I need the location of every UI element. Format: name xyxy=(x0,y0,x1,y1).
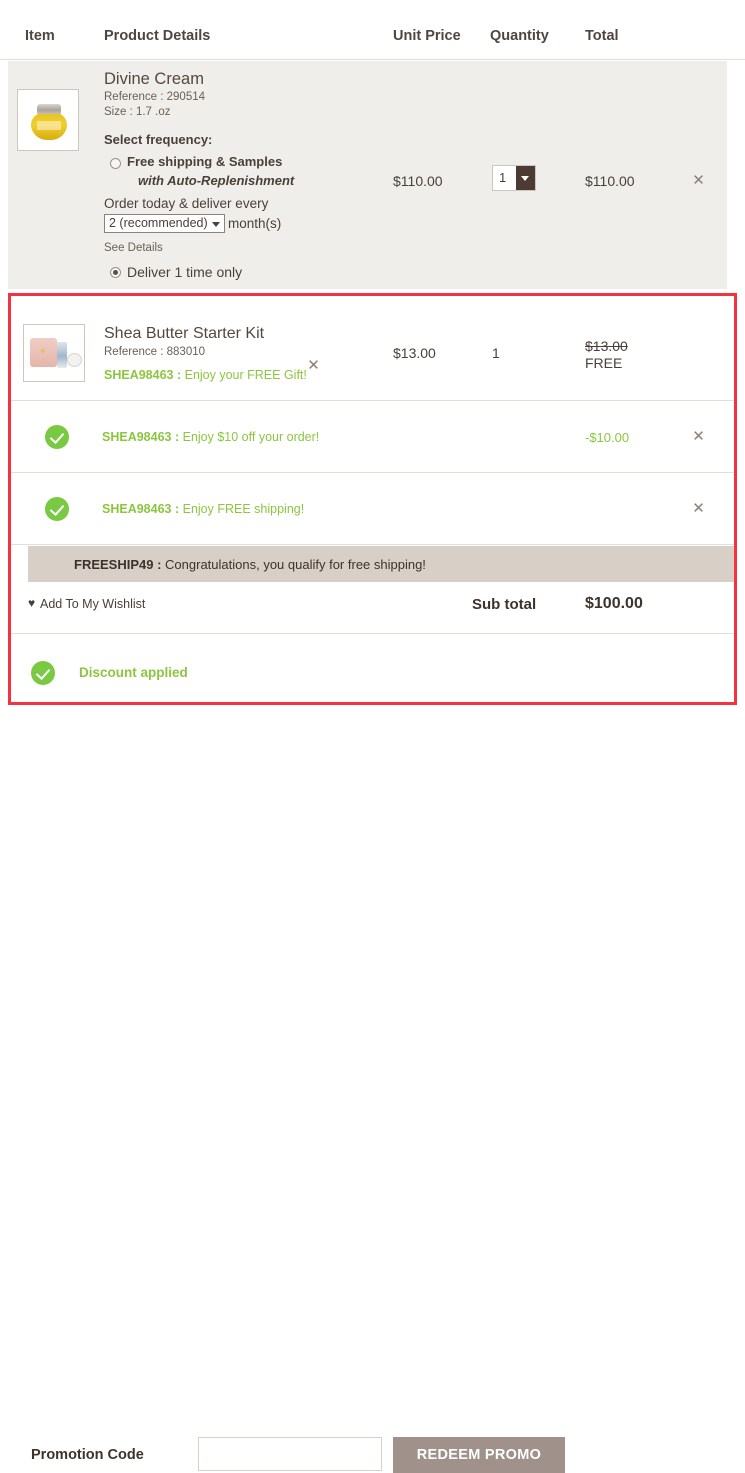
delivery-interval-value: 2 (recommended) xyxy=(109,216,208,230)
product-name-divine-cream[interactable]: Divine Cream xyxy=(104,70,204,89)
order-today-label: Order today & deliver every xyxy=(104,196,269,211)
promo-message-shea: SHEA98463 : Enjoy your FREE Gift! xyxy=(104,368,307,382)
column-header-quantity: Quantity xyxy=(490,28,549,44)
promo-code-shea: SHEA98463 : xyxy=(104,368,182,382)
cart-table-header: Item Product Details Unit Price Quantity… xyxy=(0,0,745,60)
column-header-total: Total xyxy=(585,28,619,44)
promotion-code-input[interactable] xyxy=(198,1437,382,1471)
heart-icon: ♥ xyxy=(28,596,36,610)
freeship-code: FREESHIP49 : xyxy=(74,557,162,572)
auto-replenishment-label[interactable]: Free shipping & Samples xyxy=(127,154,282,169)
freeship-message: Congratulations, you qualify for free sh… xyxy=(165,557,426,572)
discount-text-free-shipping: Enjoy FREE shipping! xyxy=(182,502,305,516)
column-header-unit-price: Unit Price xyxy=(393,28,461,44)
discount-message-free-shipping: SHEA98463 : Enjoy FREE shipping! xyxy=(102,502,304,516)
product-thumbnail-divine-cream[interactable] xyxy=(17,89,79,151)
radio-auto-replenishment[interactable] xyxy=(110,158,121,169)
product-name-shea-butter-kit[interactable]: Shea Butter Starter Kit xyxy=(104,325,264,343)
discount-text-10-off: Enjoy $10 off your order! xyxy=(182,430,320,444)
column-header-item: Item xyxy=(25,28,55,44)
deliver-once-label[interactable]: Deliver 1 time only xyxy=(127,264,242,280)
discount-code-free-shipping: SHEA98463 : xyxy=(102,502,180,516)
months-suffix-label: month(s) xyxy=(228,216,282,231)
remove-item-shea-butter-kit-icon[interactable]: ✕ xyxy=(306,358,321,373)
remove-item-divine-cream-icon[interactable]: ✕ xyxy=(691,173,706,188)
chevron-down-icon xyxy=(211,222,220,227)
delivery-interval-select[interactable]: 2 (recommended) xyxy=(104,214,225,233)
product-size: Size : 1.7 .oz xyxy=(104,106,171,118)
unit-price-divine-cream: $110.00 xyxy=(393,173,443,189)
add-to-wishlist-link[interactable]: Add To My Wishlist xyxy=(40,597,145,611)
promo-text-shea: Enjoy your FREE Gift! xyxy=(184,368,307,382)
product-reference: Reference : 290514 xyxy=(104,91,206,103)
column-header-product-details: Product Details xyxy=(104,28,211,44)
subtotal-value: $100.00 xyxy=(585,595,643,612)
redeem-promo-button[interactable]: REDEEM PROMO xyxy=(393,1437,565,1473)
discount-applied-label: Discount applied xyxy=(79,665,188,680)
remove-discount-free-shipping-icon[interactable]: ✕ xyxy=(691,501,706,516)
product-thumbnail-shea-butter-kit[interactable] xyxy=(23,324,85,382)
promotion-code-label: Promotion Code xyxy=(31,1447,144,1463)
quantity-shea-butter-kit: 1 xyxy=(492,345,500,361)
jar-label-icon xyxy=(37,121,61,130)
green-check-icon xyxy=(45,497,69,521)
discount-amount-10-off: -$10.00 xyxy=(585,430,630,445)
auto-replenishment-sublabel: with Auto-Replenishment xyxy=(138,173,295,188)
remove-discount-10-off-icon[interactable]: ✕ xyxy=(691,429,706,444)
quantity-dropdown-button[interactable] xyxy=(516,166,535,190)
total-free-shea-butter-kit: FREE xyxy=(585,355,623,371)
green-check-icon xyxy=(31,661,55,685)
unit-price-shea-butter-kit: $13.00 xyxy=(393,345,436,361)
promotion-code-section: Promotion Code REDEEM PROMO xyxy=(0,714,745,1473)
discount-message-10-off: SHEA98463 : Enjoy $10 off your order! xyxy=(102,430,319,444)
free-shipping-banner-text: FREESHIP49 : Congratulations, you qualif… xyxy=(74,557,426,572)
mini-jar-icon xyxy=(67,353,82,367)
jar-lid-icon xyxy=(37,104,61,114)
quantity-value: 1 xyxy=(499,170,507,185)
product-reference-shea: Reference : 883010 xyxy=(104,346,206,358)
select-frequency-label: Select frequency: xyxy=(104,132,213,147)
radio-deliver-once[interactable] xyxy=(110,267,121,278)
tube-icon xyxy=(57,342,67,368)
quantity-select-divine-cream[interactable]: 1 xyxy=(492,165,536,191)
total-divine-cream: $110.00 xyxy=(585,173,635,189)
total-original-shea-butter-kit: $13.00 xyxy=(585,338,628,354)
see-details-link[interactable]: See Details xyxy=(104,242,163,254)
subtotal-label: Sub total xyxy=(472,596,537,613)
discount-code-10-off: SHEA98463 : xyxy=(102,430,180,444)
green-check-icon xyxy=(45,425,69,449)
pouch-icon xyxy=(30,338,57,367)
